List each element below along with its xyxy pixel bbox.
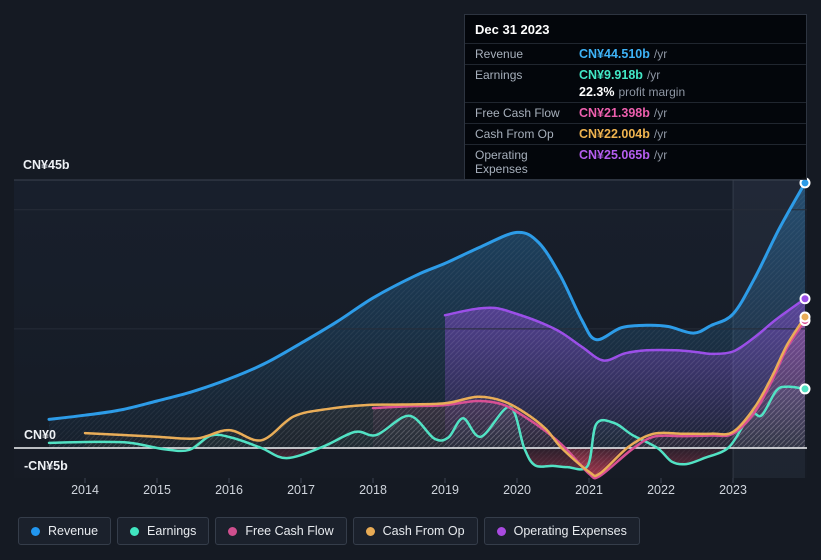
profit-margin-value: 22.3% profit margin — [579, 85, 686, 99]
legend-label: Operating Expenses — [513, 524, 627, 538]
x-axis-label-2016: 2016 — [215, 483, 243, 497]
end-dot-cash-from-op — [799, 311, 811, 323]
financial-history-chart: CN¥45b CN¥0 -CN¥5b 2014 2015 2016 2017 2018 2… — [0, 0, 821, 560]
legend-dot-cash-from-op — [365, 526, 375, 536]
tooltip-value: CN¥25.065b/yr — [579, 148, 668, 162]
data-tooltip: Dec 31 2023 Revenue CN¥44.510b/yr Earnings… — [464, 14, 807, 180]
legend-dot-earnings — [130, 526, 140, 536]
legend-item-cash-from-op[interactable]: Cash From Op — [352, 517, 478, 545]
x-axis-label-2021: 2021 — [575, 483, 603, 497]
legend-item-revenue[interactable]: Revenue — [18, 517, 112, 545]
tooltip-value: CN¥9.918b/yr — [579, 68, 661, 82]
tooltip-date: Dec 31 2023 — [475, 22, 550, 37]
tooltip-value: CN¥44.510b/yr — [579, 47, 668, 61]
x-axis-label-2017: 2017 — [287, 483, 315, 497]
legend-item-earnings[interactable]: Earnings — [117, 517, 210, 545]
x-axis-label-2015: 2015 — [143, 483, 171, 497]
legend-dot-operating-expenses — [496, 526, 506, 536]
x-axis-label-2018: 2018 — [359, 483, 387, 497]
legend-label: Earnings — [147, 524, 197, 538]
tooltip-label: Free Cash Flow — [475, 106, 560, 120]
x-axis-label-2022: 2022 — [647, 483, 675, 497]
legend-label: Revenue — [48, 524, 99, 538]
tooltip-label: Operating Expenses — [475, 148, 528, 176]
x-axis-label-2020: 2020 — [503, 483, 531, 497]
tooltip-row-cash-from-op: Cash From Op CN¥22.004b/yr — [465, 123, 806, 144]
tooltip-row-revenue: Revenue CN¥44.510b/yr — [465, 43, 806, 64]
tooltip-value: CN¥22.004b/yr — [579, 127, 668, 141]
legend-dot-free-cash-flow — [228, 526, 238, 536]
legend-label: Cash From Op — [382, 524, 465, 538]
legend-item-free-cash-flow[interactable]: Free Cash Flow — [215, 517, 347, 545]
legend-label: Free Cash Flow — [245, 524, 334, 538]
x-axis-label-2019: 2019 — [431, 483, 459, 497]
legend-item-operating-expenses[interactable]: Operating Expenses — [483, 517, 640, 545]
tooltip-label: Earnings — [475, 68, 523, 82]
tooltip-row-operating-expenses: Operating Expenses CN¥25.065b/yr — [465, 144, 806, 179]
tooltip-label: Revenue — [475, 47, 524, 61]
tooltip-value: CN¥21.398b/yr — [579, 106, 668, 120]
tooltip-row-free-cash-flow: Free Cash Flow CN¥21.398b/yr — [465, 102, 806, 123]
end-dot-operating-expenses — [799, 293, 811, 305]
tooltip-row-earnings: Earnings CN¥9.918b/yr — [465, 64, 806, 85]
x-axis-label-2023: 2023 — [719, 483, 747, 497]
end-dot-earnings — [799, 383, 811, 395]
tooltip-row-profit-margin: 22.3% profit margin — [465, 85, 806, 102]
legend-dot-revenue — [31, 526, 40, 536]
chart-legend: Revenue Earnings Free Cash Flow Cash From O… — [18, 517, 640, 545]
tooltip-label: Cash From Op — [475, 127, 554, 141]
x-axis-label-2014: 2014 — [71, 483, 99, 497]
